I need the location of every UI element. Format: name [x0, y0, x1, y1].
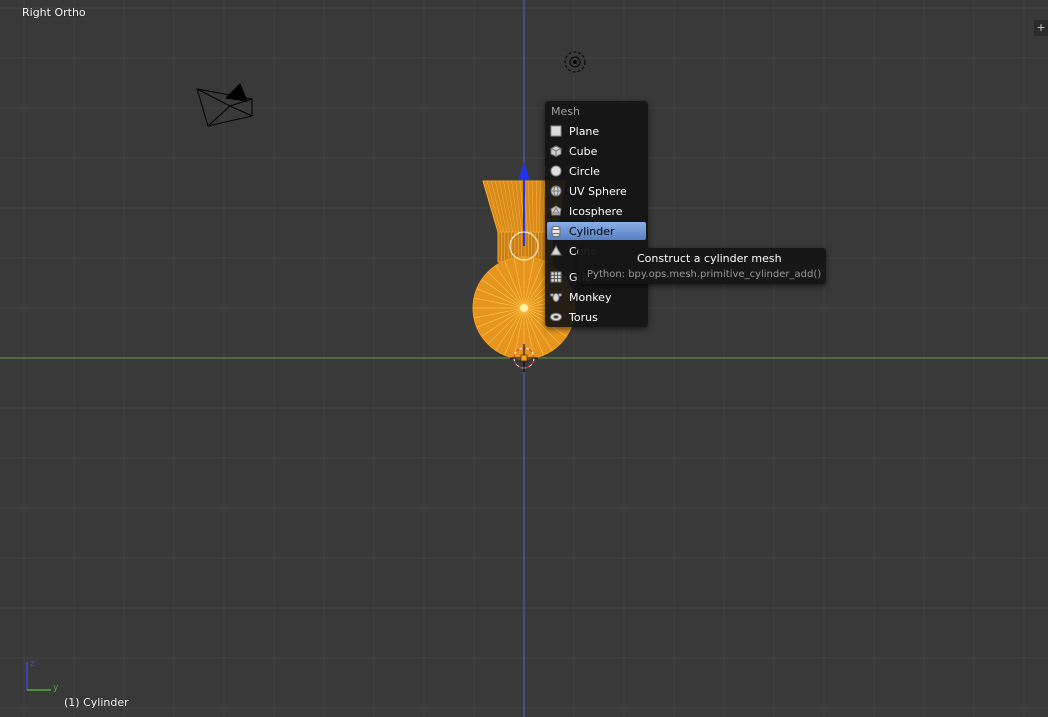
- cylinder-icon: [550, 225, 562, 238]
- menu-item-cylinder[interactable]: Cylinder: [547, 222, 646, 240]
- menu-item-label: Plane: [569, 124, 600, 138]
- torus-icon: [550, 311, 562, 323]
- uv-sphere-icon: [550, 185, 562, 197]
- add-mesh-menu: Mesh Plane Cube Circle UV Sphere Icosphe…: [545, 101, 648, 327]
- tooltip-title: Construct a cylinder mesh: [637, 252, 782, 265]
- menu-item-label: Cube: [569, 144, 598, 158]
- view-label: Right Ortho: [22, 6, 86, 19]
- gizmo-z-label: z: [30, 659, 35, 669]
- menu-item-label: Icosphere: [569, 204, 623, 218]
- gizmo-y-label: y: [53, 683, 59, 693]
- circle-icon: [550, 165, 562, 177]
- menu-title: Mesh: [551, 105, 580, 118]
- menu-item-uv-sphere[interactable]: UV Sphere: [547, 182, 646, 200]
- region-toggle-button[interactable]: +: [1034, 20, 1048, 36]
- cone-icon: [550, 244, 562, 257]
- tooltip-python-command: Python: bpy.ops.mesh.primitive_cylinder_…: [587, 269, 822, 280]
- cylinder-tooltip: Construct a cylinder mesh Python: bpy.op…: [578, 248, 826, 284]
- menu-item-label: Monkey: [569, 290, 612, 304]
- icosphere-icon: [550, 205, 562, 217]
- cube-icon: [550, 145, 562, 158]
- menu-item-circle[interactable]: Circle: [547, 162, 646, 180]
- menu-item-torus[interactable]: Torus: [547, 308, 646, 326]
- viewport-canvas[interactable]: z y: [0, 0, 1048, 717]
- menu-item-monkey[interactable]: Monkey: [547, 288, 646, 306]
- object-info-label: (1) Cylinder: [64, 696, 129, 709]
- menu-item-label: Circle: [569, 164, 600, 178]
- menu-item-label: Torus: [569, 310, 598, 324]
- menu-item-label: Cylinder: [569, 224, 615, 238]
- menu-item-label: UV Sphere: [569, 184, 627, 198]
- orientation-gizmo: z y: [26, 659, 59, 693]
- lamp-object[interactable]: [564, 51, 586, 73]
- menu-item-cube[interactable]: Cube: [547, 142, 646, 160]
- plane-icon: [550, 125, 562, 137]
- menu-item-icosphere[interactable]: Icosphere: [547, 202, 646, 220]
- monkey-icon: [549, 291, 563, 303]
- grid-icon: [550, 271, 562, 283]
- 3d-viewport[interactable]: z y Right Ortho (1) Cylinder + Mesh Plan…: [0, 0, 1048, 717]
- menu-item-plane[interactable]: Plane: [547, 122, 646, 140]
